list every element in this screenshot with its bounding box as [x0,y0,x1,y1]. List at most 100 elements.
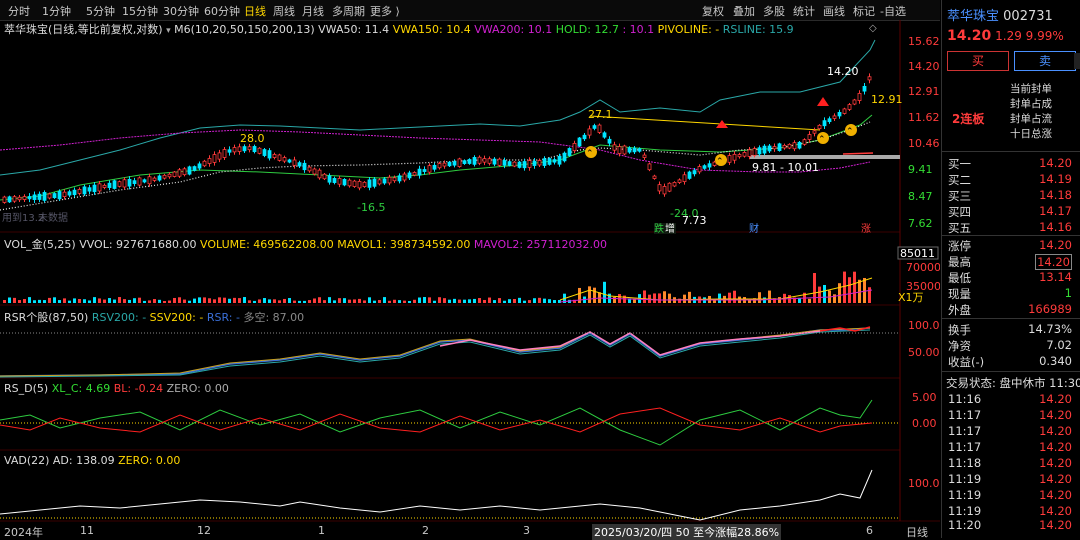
candle-body [22,196,27,200]
volume-bar [473,298,476,303]
candle-body [137,177,142,186]
volume-bar [453,298,456,303]
stat-row-low: 最低 13.14 [948,270,1072,285]
candle-body [642,154,647,158]
diamond-icon[interactable]: ◇ [869,23,877,34]
candle-body [617,146,622,154]
volume-bar [108,298,111,303]
candle-body [777,143,782,151]
candle-body [267,150,272,159]
sell-button[interactable]: 卖 [1014,51,1076,71]
volume-bar [548,299,551,303]
candle-body [477,156,482,164]
candle-body [307,166,312,172]
axis-label: 12.91 [908,85,940,98]
candle-body [237,146,242,152]
volume-bar [243,297,246,303]
panel-scroll[interactable] [1074,53,1080,69]
candle-body [432,164,437,170]
watermark-text-2: 未数据 [38,211,68,224]
candle-body [762,145,767,154]
candle-body [117,181,122,187]
axis-label: 8.47 [908,190,933,203]
candle-body [527,160,532,168]
volume-bar [588,286,591,303]
kline-chart[interactable]: 28.0 27.1 -16.5 -24.0 7.73 9.81 - 10.01 … [0,0,940,538]
volume-bar [63,298,66,303]
candle-body [462,160,467,164]
candle-body [482,158,487,163]
volume-bar [483,299,486,303]
event-tag-zhang[interactable]: 涨 [861,223,871,235]
volume-bar [33,300,36,303]
candle-body [697,166,702,173]
volume-bar [488,297,491,303]
candle-body [422,169,427,172]
volume-bar [313,298,316,303]
candle-body [392,177,397,182]
ssv200-line [0,327,871,377]
candle-body [622,145,627,155]
axis-label: 7.62 [908,217,933,230]
volume-bar [463,299,466,303]
volume-bar [403,300,406,303]
event-tag-cai[interactable]: 财 [749,222,759,235]
event-tag-die[interactable]: 跌 [654,222,664,235]
volume-bar [153,299,156,303]
volume-bar [368,297,371,303]
volume-bar [363,300,366,303]
volume-bar [303,300,306,303]
candle-body [847,104,852,110]
volume-bar [123,299,126,303]
candle-body [47,193,52,199]
candle-body [112,180,117,189]
candle-body [202,160,207,167]
candle-body [602,132,607,138]
tick-row: 11:18 14.20 [948,456,1072,470]
tick-row: 11:16 14.20 [948,392,1072,406]
candle-body [232,147,237,153]
volume-bar [528,300,531,303]
candle-body [157,175,162,181]
candle-body [812,130,817,134]
candle-body [857,93,862,101]
candle-body [627,147,632,153]
candle-body [557,155,562,165]
candle-body [87,187,92,192]
volume-bar [458,299,461,303]
candle-body [357,181,362,189]
volume-bar [503,300,506,303]
volume-bar [733,290,736,303]
volume-bar [418,297,421,303]
candle-body [57,191,62,200]
candle-body [842,108,847,114]
volume-bar [758,292,761,303]
xaxis-label: 11 [80,524,94,537]
candle-body [142,179,147,183]
buy-button[interactable]: 买 [947,51,1009,71]
candle-body [382,178,387,184]
candle-body [512,161,517,167]
candle-body [707,163,712,168]
volume-bar [423,297,426,303]
candle-body [282,157,287,162]
candle-body [807,134,812,140]
stock-name[interactable]: 萃华珠宝 [947,9,999,24]
xaxis-label: 6 [866,524,873,537]
candle-body [222,149,227,158]
volume-bar [848,277,851,303]
candle-body [342,179,347,186]
fund-row-eps: 收益(-) 0.340 [948,354,1072,369]
candle-body [757,147,762,155]
tick-row: 11:19 14.20 [948,488,1072,502]
volume-bar [93,297,96,303]
candle-body [652,175,657,179]
event-tag-zeng[interactable]: 增 [665,222,675,235]
volume-bar [53,297,56,303]
volume-bar [383,297,386,303]
volume-bar [218,297,221,303]
volume-bar [373,300,376,303]
candle-body [672,182,677,187]
low-price-773: 7.73 [682,214,707,227]
red-trend-line [842,152,874,155]
